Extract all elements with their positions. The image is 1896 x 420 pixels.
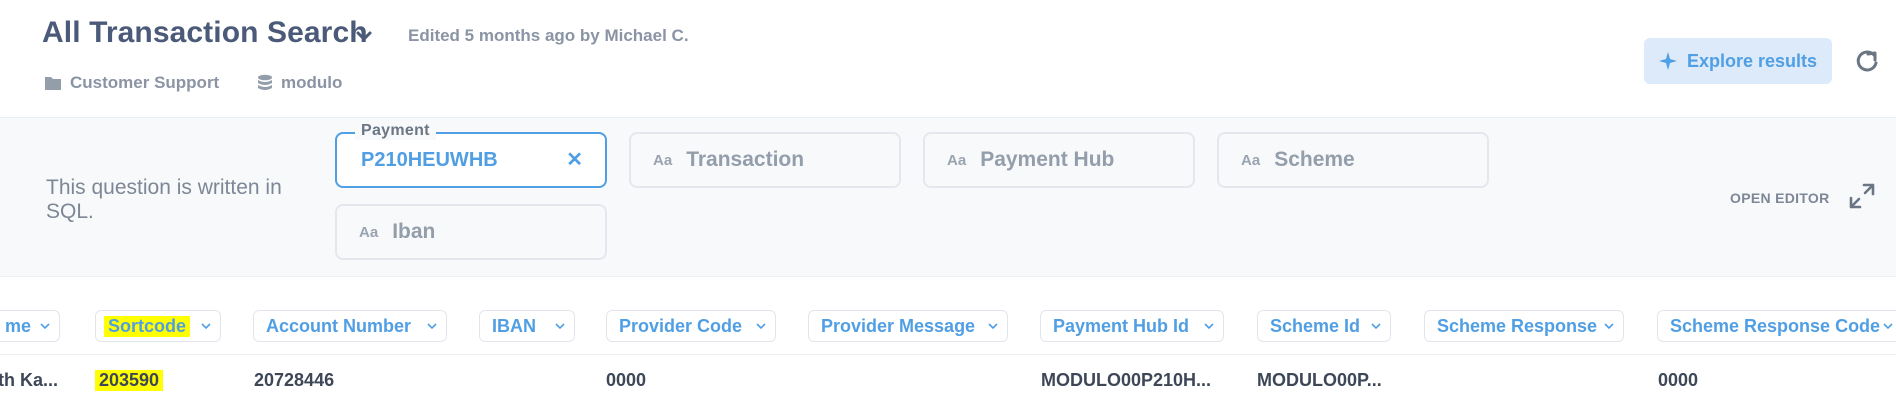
collection-label: Customer Support bbox=[70, 73, 220, 92]
chevron-down-icon bbox=[1604, 323, 1614, 330]
column-header-label: Sortcode bbox=[104, 315, 191, 337]
table-cell[interactable]: 0000 bbox=[606, 370, 646, 391]
refresh-icon[interactable] bbox=[1854, 48, 1880, 74]
column-header-label: me bbox=[5, 315, 32, 336]
table-cell[interactable]: MODULO00P210H... bbox=[1041, 370, 1211, 391]
chevron-down-icon bbox=[1371, 323, 1381, 330]
column-header-label: Scheme Response Code bbox=[1670, 315, 1881, 336]
explore-results-label: Explore results bbox=[1686, 50, 1818, 71]
payment-hub-filter-placeholder: Payment Hub bbox=[980, 148, 1115, 171]
column-header-label: Provider Code bbox=[619, 315, 743, 336]
text-type-icon: Aa bbox=[653, 151, 673, 169]
iban-filter[interactable]: Aa Iban bbox=[335, 204, 607, 260]
filter-bar: This question is written in SQL. Payment… bbox=[0, 117, 1896, 277]
column-header[interactable]: me bbox=[0, 310, 60, 342]
scheme-filter-placeholder: Scheme bbox=[1274, 148, 1355, 171]
folder-icon bbox=[45, 77, 61, 90]
table-cell[interactable]: 203590 bbox=[95, 370, 164, 391]
chevron-down-icon bbox=[555, 323, 565, 330]
column-header-label: Payment Hub Id bbox=[1053, 315, 1190, 336]
column-header[interactable]: Sortcode bbox=[95, 310, 221, 342]
chevron-down-icon bbox=[427, 323, 437, 330]
sparkle-icon bbox=[1658, 52, 1677, 70]
chevron-down-icon[interactable] bbox=[354, 26, 374, 46]
page-title: All Transaction Search bbox=[42, 16, 368, 49]
database-label: modulo bbox=[281, 73, 343, 92]
column-header-label: IBAN bbox=[492, 315, 536, 336]
table-cell[interactable]: 0000 bbox=[1658, 370, 1698, 391]
column-header[interactable]: Scheme Id bbox=[1257, 310, 1391, 342]
chevron-down-icon bbox=[40, 323, 50, 330]
text-type-icon: Aa bbox=[359, 223, 379, 241]
close-icon[interactable]: ✕ bbox=[566, 150, 583, 170]
edited-info[interactable]: Edited 5 months ago by Michael C. bbox=[408, 26, 689, 46]
transaction-filter-placeholder: Transaction bbox=[686, 148, 805, 171]
payment-hub-filter[interactable]: Aa Payment Hub bbox=[923, 132, 1195, 188]
chevron-down-icon bbox=[756, 323, 766, 330]
column-header-label: Provider Message bbox=[821, 315, 976, 336]
payment-filter-value[interactable]: P210HEUWHB bbox=[361, 149, 498, 172]
database-icon bbox=[258, 74, 272, 90]
column-header[interactable]: Provider Code bbox=[606, 310, 776, 342]
column-header-label: Account Number bbox=[266, 315, 412, 336]
column-header[interactable]: Scheme Response bbox=[1424, 310, 1624, 342]
column-header-label: Scheme Id bbox=[1270, 315, 1361, 336]
payment-filter[interactable]: Payment P210HEUWHB ✕ bbox=[335, 122, 607, 188]
explore-results-button[interactable]: Explore results bbox=[1644, 38, 1832, 84]
text-type-icon: Aa bbox=[1241, 151, 1261, 169]
text-type-icon: Aa bbox=[947, 151, 967, 169]
column-header[interactable]: IBAN bbox=[479, 310, 575, 342]
open-editor-button[interactable]: OPEN EDITOR bbox=[1730, 190, 1830, 206]
transaction-filter[interactable]: Aa Transaction bbox=[629, 132, 901, 188]
sql-note: This question is written in SQL. bbox=[46, 176, 282, 223]
chevron-down-icon bbox=[1204, 323, 1214, 330]
column-header[interactable]: Account Number bbox=[253, 310, 447, 342]
iban-filter-placeholder: Iban bbox=[392, 220, 436, 243]
column-header[interactable]: Payment Hub Id bbox=[1040, 310, 1224, 342]
chevron-down-icon bbox=[988, 323, 998, 330]
column-header[interactable]: Provider Message bbox=[808, 310, 1008, 342]
table-cell[interactable]: th Ka... bbox=[0, 370, 58, 391]
chevron-down-icon bbox=[1883, 323, 1893, 330]
chevron-down-icon bbox=[201, 323, 211, 330]
collection-link[interactable]: Customer Support bbox=[44, 73, 219, 93]
table-cell[interactable]: MODULO00P... bbox=[1257, 370, 1382, 391]
column-header-label: Scheme Response bbox=[1437, 315, 1598, 336]
payment-filter-label: Payment bbox=[355, 122, 436, 140]
database-link[interactable]: modulo bbox=[257, 73, 342, 93]
expand-icon[interactable] bbox=[1848, 182, 1876, 210]
table-cell[interactable]: 20728446 bbox=[254, 370, 334, 391]
column-header[interactable]: Scheme Response Code bbox=[1657, 310, 1896, 342]
table-header: me Sortcode Account Number IBAN Provider… bbox=[0, 276, 1896, 355]
scheme-filter[interactable]: Aa Scheme bbox=[1217, 132, 1489, 188]
